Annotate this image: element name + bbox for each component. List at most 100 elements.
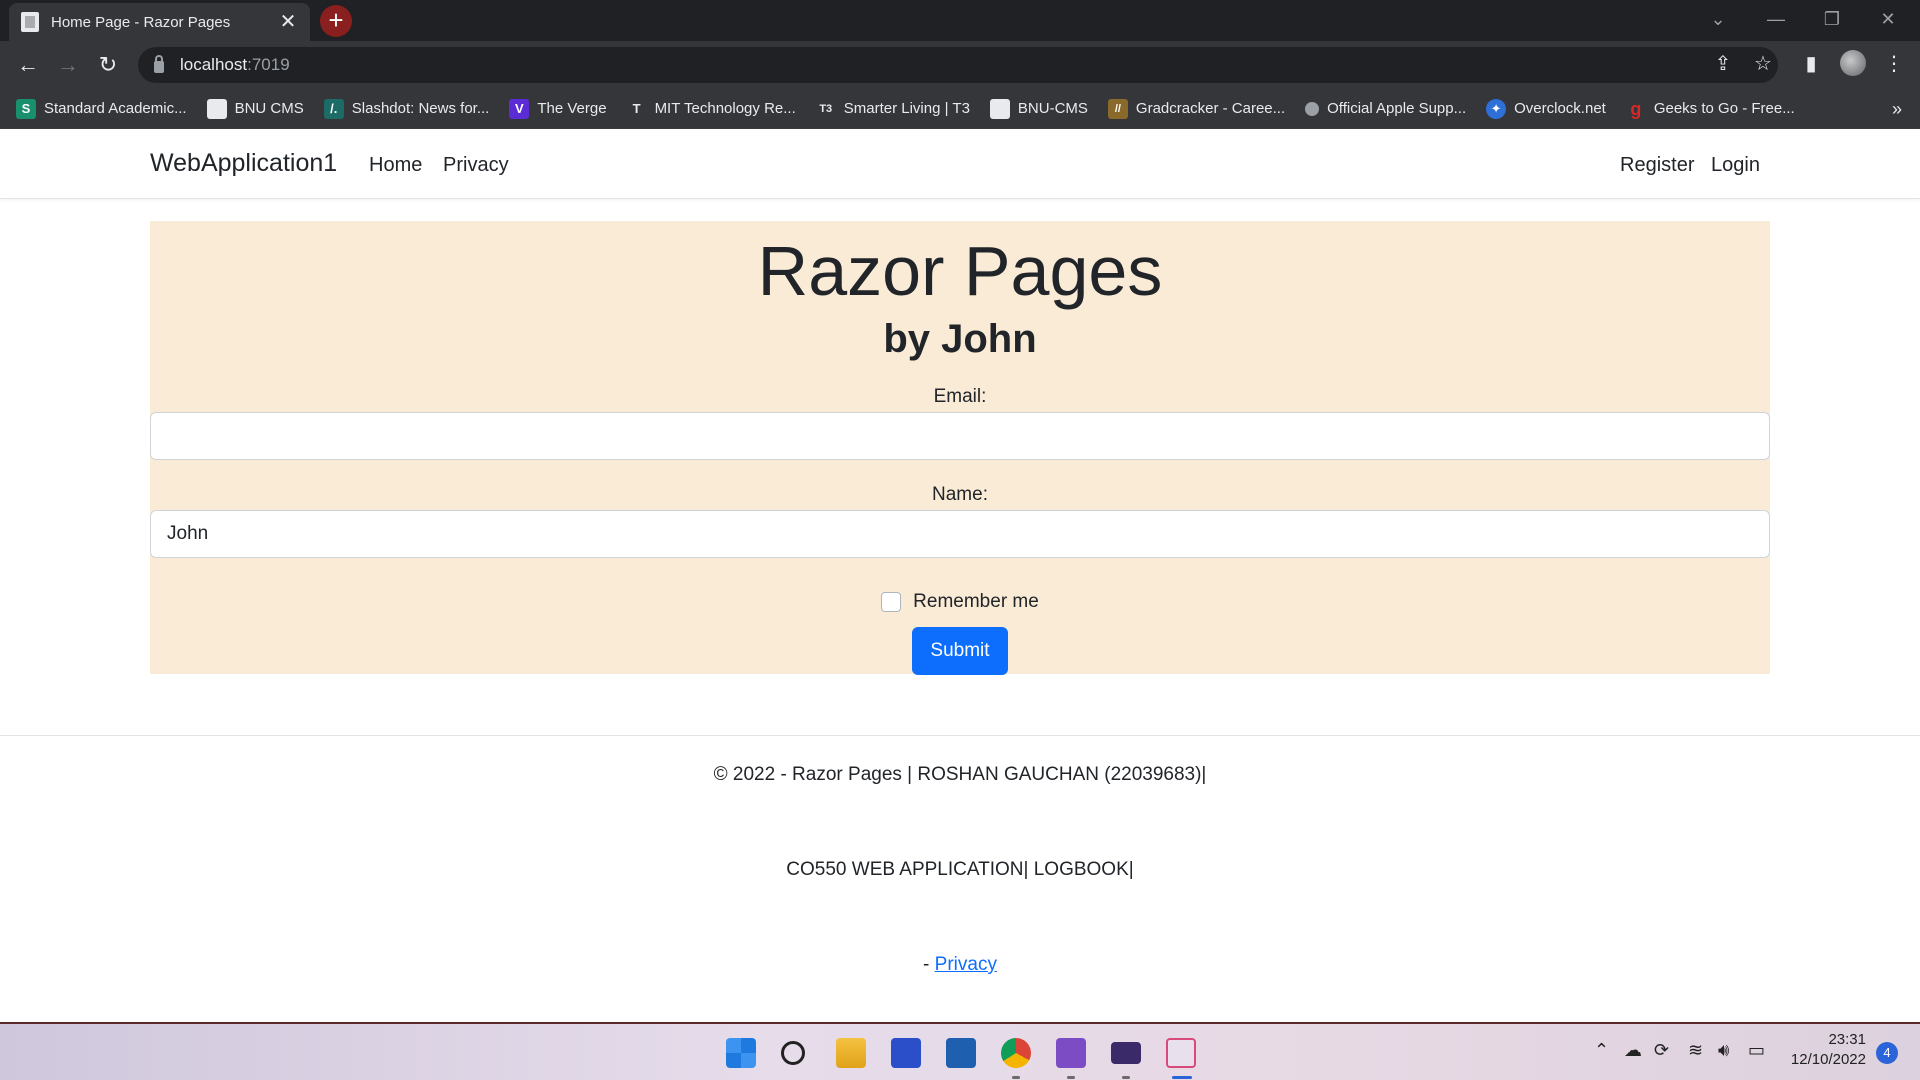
visual-studio-icon[interactable] — [1056, 1038, 1086, 1068]
notification-badge[interactable]: 4 — [1876, 1042, 1898, 1064]
bookmark-label: Geeks to Go - Free... — [1653, 100, 1795, 117]
windows-taskbar: ⌃ ☁ ⟳ ≋ 🔊︎ ▭ 23:31 12/10/2022 4 — [0, 1022, 1920, 1080]
email-label: Email: — [933, 386, 987, 407]
browser-tab-active[interactable]: Home Page - Razor Pages ✕ — [9, 3, 310, 41]
bookmark-item[interactable]: // Gradcracker - Caree... — [1107, 98, 1286, 119]
remember-me-row: Remember me — [150, 591, 1770, 613]
page-icon — [989, 98, 1010, 119]
running-indicator — [1012, 1076, 1020, 1079]
page-favicon-icon — [21, 12, 39, 32]
bookmark-favicon-icon: // — [1107, 98, 1128, 119]
onedrive-cloud-icon[interactable]: ☁ — [1624, 1040, 1642, 1061]
reload-icon[interactable]: ↻ — [92, 49, 124, 81]
chrome-menu-icon[interactable]: ⋮ — [1880, 51, 1908, 76]
forward-arrow-icon[interactable]: → — [52, 49, 84, 81]
bookmark-item[interactable]: g Geeks to Go - Free... — [1625, 98, 1795, 119]
tray-overflow-icon[interactable]: ⌃ — [1594, 1040, 1609, 1061]
nav-link-login[interactable]: Login — [1711, 154, 1760, 177]
hero-form-panel: Razor Pages by John Email: Name: Remembe… — [150, 221, 1770, 675]
nav-link-privacy[interactable]: Privacy — [443, 154, 509, 177]
bookmark-favicon-icon: g — [1625, 98, 1646, 119]
battery-icon[interactable]: ▭ — [1748, 1040, 1765, 1061]
chrome-icon[interactable] — [1001, 1038, 1031, 1068]
lock-icon[interactable] — [154, 55, 164, 73]
tab-close-icon[interactable]: ✕ — [278, 12, 298, 32]
search-icon[interactable] — [781, 1041, 805, 1065]
tab-search-chevron-icon[interactable]: ⌄ — [1690, 0, 1746, 41]
browser-tabstrip: Home Page - Razor Pages ✕ + ⌄ — ❐ ✕ — [0, 0, 1920, 41]
nav-link-register[interactable]: Register — [1620, 154, 1694, 177]
url-port: :7019 — [247, 55, 290, 74]
page-title: Razor Pages — [757, 232, 1163, 310]
bookmarks-overflow-icon[interactable]: » — [1892, 89, 1902, 129]
site-brand[interactable]: WebApplication1 — [150, 149, 337, 178]
flame-icon: ✦ — [1486, 98, 1507, 119]
bookmark-item[interactable]: ✦ Overclock.net — [1486, 98, 1606, 119]
page-subtitle: by John — [883, 317, 1037, 361]
bookmark-item[interactable]: T3 Smarter Living | T3 — [815, 98, 970, 119]
bookmark-favicon-icon: T — [626, 98, 647, 119]
address-bar[interactable]: localhost:7019 — [138, 47, 1778, 83]
bookmark-item[interactable]: Official Apple Supp... — [1305, 100, 1466, 117]
taskbar-clock[interactable]: 23:31 12/10/2022 — [1786, 1030, 1866, 1070]
running-indicator — [1067, 1076, 1075, 1079]
page-icon — [206, 98, 227, 119]
remember-me-label[interactable]: Remember me — [913, 591, 1039, 613]
bookmark-label: Official Apple Supp... — [1327, 100, 1467, 117]
app-icon[interactable] — [891, 1038, 921, 1068]
footer-privacy-link[interactable]: Privacy — [935, 954, 997, 975]
clock-date: 12/10/2022 — [1790, 1051, 1866, 1068]
sync-icon[interactable]: ⟳ — [1654, 1040, 1669, 1061]
footer-copyright: © 2022 - Razor Pages | ROSHAN GAUCHAN (2… — [713, 764, 1207, 785]
bookmarks-bar: S Standard Academic... BNU CMS /. Slashdot… — [0, 89, 1920, 129]
bookmark-label: Smarter Living | T3 — [843, 100, 970, 117]
name-label: Name: — [932, 484, 988, 505]
share-icon[interactable]: ⇪ — [1709, 51, 1737, 76]
volume-icon[interactable]: 🔊︎ — [1718, 1040, 1729, 1061]
apple-icon — [1305, 101, 1320, 116]
bookmark-star-icon[interactable]: ☆ — [1749, 51, 1777, 76]
file-explorer-icon[interactable] — [836, 1038, 866, 1068]
email-field[interactable] — [150, 412, 1770, 460]
bookmark-label: MIT Technology Re... — [654, 100, 796, 117]
tab-title: Home Page - Razor Pages — [51, 13, 231, 31]
bookmark-favicon-icon: T3 — [815, 98, 836, 119]
submit-button[interactable]: Submit — [912, 627, 1008, 675]
store-icon[interactable] — [946, 1038, 976, 1068]
clock-time: 23:31 — [1828, 1031, 1866, 1048]
bookmark-label: BNU-CMS — [1017, 100, 1088, 117]
bookmark-item[interactable]: BNU CMS — [206, 98, 304, 119]
active-indicator — [1172, 1076, 1192, 1079]
minimize-window-button[interactable]: — — [1748, 0, 1804, 41]
profile-avatar[interactable] — [1840, 50, 1866, 76]
new-tab-button[interactable]: + — [320, 5, 352, 37]
bookmark-item[interactable]: /. Slashdot: News for... — [323, 98, 490, 119]
footer-course: CO550 WEB APPLICATION| LOGBOOK| — [786, 859, 1134, 880]
bookmark-item[interactable]: S Standard Academic... — [16, 98, 187, 119]
site-navbar: WebApplication1 Home Privacy Register Lo… — [0, 129, 1920, 199]
web-page: WebApplication1 Home Privacy Register Lo… — [0, 129, 1920, 1022]
wifi-icon[interactable]: ≋ — [1688, 1040, 1703, 1061]
terminal-icon[interactable] — [1111, 1042, 1141, 1064]
bookmark-favicon-icon: V — [509, 98, 530, 119]
remember-me-checkbox[interactable] — [881, 592, 902, 612]
close-window-button[interactable]: ✕ — [1860, 0, 1916, 41]
restore-window-button[interactable]: ❐ — [1804, 0, 1860, 41]
footer-prefix: - — [923, 954, 935, 975]
name-field[interactable] — [150, 510, 1770, 558]
nav-link-home[interactable]: Home — [369, 154, 422, 177]
bookmark-label: The Verge — [537, 100, 607, 117]
bookmark-item[interactable]: BNU-CMS — [989, 98, 1088, 119]
bookmark-item[interactable]: V The Verge — [509, 98, 607, 119]
bookmark-item[interactable]: T MIT Technology Re... — [626, 98, 796, 119]
back-arrow-icon[interactable]: ← — [12, 49, 44, 81]
bookmark-label: Slashdot: News for... — [351, 100, 490, 117]
bookmark-favicon-icon: /. — [323, 98, 344, 119]
start-windows-icon[interactable] — [726, 1038, 756, 1068]
bookmark-label: Overclock.net — [1514, 100, 1606, 117]
running-indicator — [1122, 1076, 1130, 1079]
bookmark-label: Gradcracker - Caree... — [1135, 100, 1286, 117]
side-panel-icon[interactable]: ▮ — [1797, 51, 1825, 76]
snipping-tool-icon[interactable] — [1166, 1038, 1196, 1068]
footer-links: - Privacy — [0, 954, 1920, 976]
